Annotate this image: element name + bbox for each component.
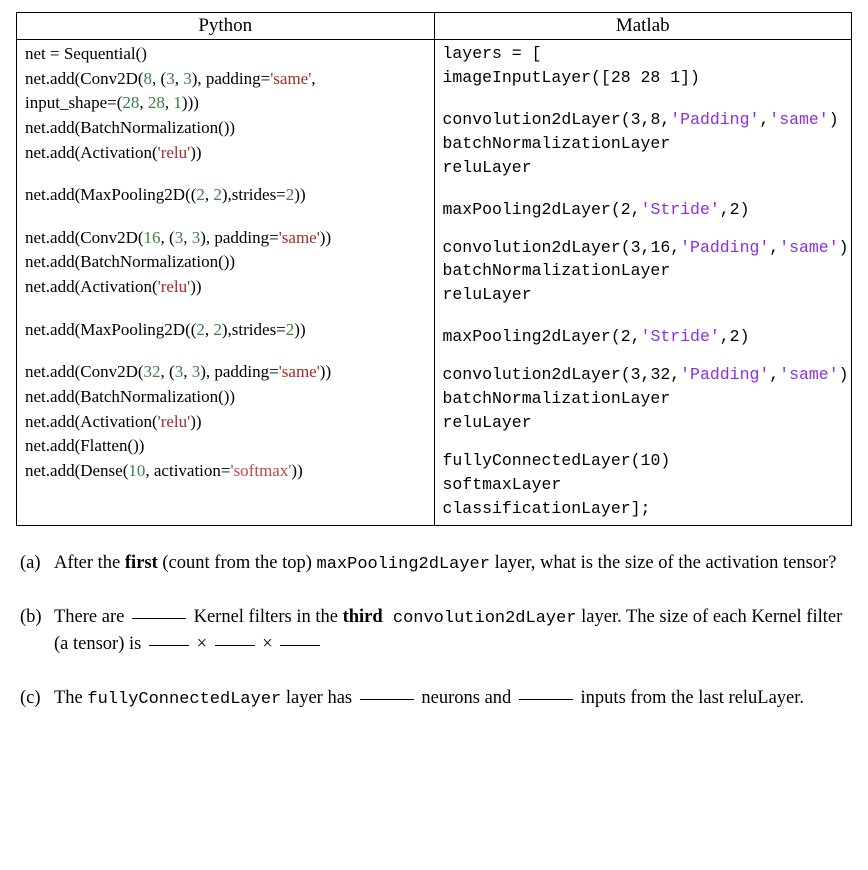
blank-input bbox=[280, 645, 320, 646]
question-c: (c) The fullyConnectedLayer layer has ne… bbox=[20, 685, 844, 713]
question-b: (b) There are Kernel filters in the thir… bbox=[20, 604, 844, 660]
blank-input bbox=[149, 645, 189, 646]
header-matlab: Matlab bbox=[434, 13, 852, 40]
question-list: (a) After the first (count from the top)… bbox=[16, 550, 852, 713]
blank-input bbox=[360, 699, 414, 700]
blank-input bbox=[215, 645, 255, 646]
matlab-code-cell: layers = [ imageInputLayer([28 28 1]) co… bbox=[434, 40, 852, 526]
blank-input bbox=[519, 699, 573, 700]
question-a: (a) After the first (count from the top)… bbox=[20, 550, 844, 578]
header-python: Python bbox=[17, 13, 435, 40]
py-line: net = Sequential() bbox=[25, 44, 147, 63]
blank-input bbox=[132, 618, 186, 619]
python-code-cell: net = Sequential() net.add(Conv2D(8, (3,… bbox=[17, 40, 435, 526]
code-comparison-table: Python Matlab net = Sequential() net.add… bbox=[16, 12, 852, 526]
